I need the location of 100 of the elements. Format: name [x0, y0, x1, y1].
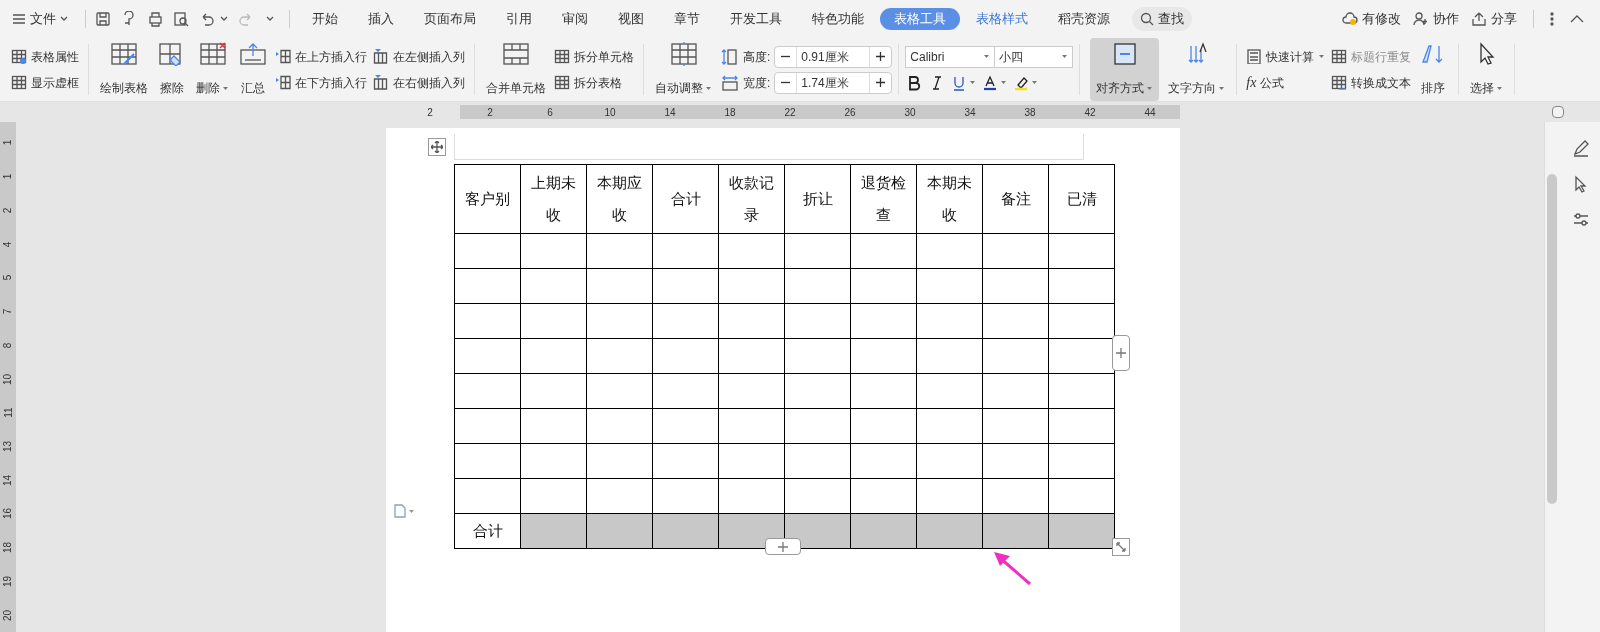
toolbar-button[interactable]: 分享 — [1467, 7, 1521, 31]
table-cell[interactable] — [454, 373, 521, 409]
ribbon-tab[interactable]: 页面布局 — [410, 8, 490, 30]
table-cell[interactable] — [1048, 408, 1115, 444]
side-panel-button[interactable] — [1571, 138, 1591, 158]
toolbar-button[interactable]: 在右侧插入列 — [370, 70, 468, 95]
table-cell[interactable] — [850, 513, 917, 549]
table-cell[interactable] — [520, 408, 587, 444]
table-cell[interactable] — [850, 268, 917, 304]
table-cell[interactable] — [784, 408, 851, 444]
search-button[interactable]: 查找 — [1132, 7, 1192, 31]
table-cell[interactable] — [520, 303, 587, 339]
table-cell[interactable] — [850, 443, 917, 479]
file-menu-button[interactable]: 文件 — [0, 5, 81, 33]
width-spin-field[interactable]: 1.74厘米 — [774, 71, 893, 94]
toolbar-button[interactable]: 拆分单元格 — [551, 44, 637, 69]
table-cell[interactable] — [586, 373, 653, 409]
toolbar-button[interactable]: 协作 — [1409, 7, 1463, 31]
table-cell[interactable] — [916, 233, 983, 269]
table-cell[interactable] — [982, 268, 1049, 304]
table-cell[interactable] — [982, 303, 1049, 339]
table-cell[interactable] — [586, 233, 653, 269]
table-cell[interactable] — [652, 268, 719, 304]
table-cell[interactable] — [586, 408, 653, 444]
table-cell[interactable] — [454, 443, 521, 479]
table-cell[interactable] — [982, 373, 1049, 409]
table-cell[interactable] — [916, 338, 983, 374]
table-cell[interactable] — [718, 303, 785, 339]
toolbar-button[interactable]: 选择 — [1465, 38, 1509, 101]
add-row-button[interactable] — [765, 538, 801, 555]
table-cell[interactable] — [916, 373, 983, 409]
table-move-handle[interactable] — [428, 138, 446, 156]
table-cell[interactable] — [520, 338, 587, 374]
formula-button[interactable]: fx 公式 — [1243, 70, 1329, 95]
table-cell[interactable] — [1048, 478, 1115, 514]
ribbon-tab[interactable]: 稻壳资源 — [1044, 8, 1124, 30]
toolbar-button[interactable]: 快速计算 — [1243, 44, 1329, 69]
table-cell[interactable] — [916, 303, 983, 339]
table-cell[interactable] — [652, 408, 719, 444]
table-cell[interactable] — [718, 338, 785, 374]
ribbon-tab[interactable]: 表格样式 — [962, 8, 1042, 30]
table-cell[interactable] — [652, 338, 719, 374]
table-cell[interactable] — [982, 513, 1049, 549]
toolbar-button[interactable]: 合并单元格 — [481, 38, 551, 101]
toolbar-button[interactable]: 有修改 — [1338, 7, 1405, 31]
table-cell[interactable] — [784, 478, 851, 514]
table-cell[interactable] — [586, 338, 653, 374]
table-cell[interactable] — [1048, 303, 1115, 339]
table-cell[interactable] — [784, 268, 851, 304]
toolbar-button[interactable]: 文字方向 — [1163, 38, 1231, 101]
table-cell[interactable] — [916, 443, 983, 479]
table-cell[interactable] — [982, 408, 1049, 444]
table-cell[interactable] — [520, 443, 587, 479]
table-cell[interactable] — [652, 373, 719, 409]
table-cell[interactable] — [454, 303, 521, 339]
table-cell[interactable] — [850, 408, 917, 444]
toolbar-button[interactable]: 排序 — [1414, 38, 1453, 101]
table-cell[interactable] — [652, 443, 719, 479]
table-cell[interactable] — [1048, 233, 1115, 269]
table-cell[interactable] — [586, 513, 653, 549]
toolbar-button[interactable]: 在上方插入行 — [272, 44, 370, 69]
table-cell[interactable] — [1048, 268, 1115, 304]
table-cell[interactable] — [982, 338, 1049, 374]
table-cell[interactable] — [916, 513, 983, 549]
paragraph-handle[interactable] — [394, 504, 415, 518]
table-cell[interactable] — [850, 233, 917, 269]
table-cell[interactable] — [586, 303, 653, 339]
table-cell[interactable] — [982, 233, 1049, 269]
table-cell[interactable] — [586, 268, 653, 304]
table-cell[interactable] — [916, 478, 983, 514]
table-cell[interactable] — [454, 478, 521, 514]
toolbar-button[interactable]: 删除 — [191, 38, 234, 101]
table-cell[interactable] — [520, 513, 587, 549]
table-cell[interactable] — [586, 443, 653, 479]
table-cell[interactable] — [454, 268, 521, 304]
table-cell[interactable] — [652, 478, 719, 514]
toolbar-button[interactable]: 显示虚框 — [8, 70, 82, 95]
add-column-button[interactable] — [1112, 335, 1130, 371]
ribbon-tab[interactable]: 审阅 — [548, 8, 602, 30]
font-family-dropdown[interactable]: Calibri — [905, 45, 996, 68]
ribbon-tab[interactable]: 视图 — [604, 8, 658, 30]
toolbar-button[interactable]: 在下方插入行 — [272, 70, 370, 95]
ruler-toggle-button[interactable] — [1552, 106, 1564, 118]
align-button[interactable]: 对齐方式 — [1090, 38, 1160, 101]
ribbon-tab[interactable]: 章节 — [660, 8, 714, 30]
table-cell[interactable] — [454, 338, 521, 374]
table-cell[interactable] — [586, 478, 653, 514]
table-cell[interactable] — [850, 478, 917, 514]
toolbar-button[interactable]: 在左侧插入列 — [370, 44, 468, 69]
table-cell[interactable] — [784, 373, 851, 409]
table-cell[interactable] — [784, 303, 851, 339]
table-cell[interactable] — [520, 233, 587, 269]
table-cell[interactable] — [784, 233, 851, 269]
table-cell[interactable] — [520, 478, 587, 514]
toolbar-button[interactable]: 擦除 — [153, 38, 191, 101]
table-cell[interactable] — [1048, 513, 1115, 549]
ribbon-tab[interactable]: 特色功能 — [798, 8, 878, 30]
table-cell[interactable] — [520, 268, 587, 304]
table-cell[interactable] — [982, 478, 1049, 514]
table-cell[interactable] — [652, 233, 719, 269]
